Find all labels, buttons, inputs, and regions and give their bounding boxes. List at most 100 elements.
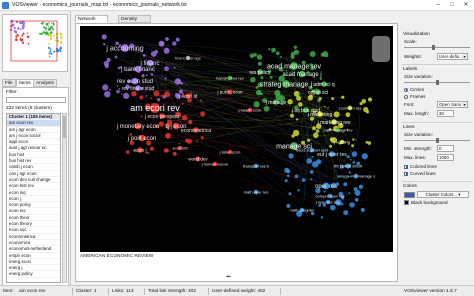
network-node[interactable] — [284, 179, 288, 183]
node-label[interactable]: transport res b — [243, 163, 270, 168]
node-label[interactable]: j human resour — [201, 161, 229, 166]
network-node[interactable] — [354, 189, 361, 196]
network-node[interactable] — [343, 210, 349, 216]
network-node[interactable] — [117, 66, 121, 70]
scale-slider[interactable] — [404, 45, 470, 50]
node-label[interactable]: calif manage rev — [323, 127, 352, 132]
network-node[interactable] — [196, 140, 198, 143]
network-node[interactable] — [253, 53, 257, 57]
network-node[interactable] — [180, 82, 183, 85]
black-background-swatch[interactable] — [404, 200, 409, 205]
maximize-button[interactable]: □ — [446, 1, 458, 10]
network-node[interactable] — [280, 55, 282, 58]
network-node[interactable] — [293, 49, 299, 55]
overview-map[interactable] — [2, 14, 68, 72]
network-node[interactable] — [271, 47, 276, 53]
node-label[interactable]: j health econ — [238, 107, 262, 112]
lines-size-slider[interactable] — [404, 138, 470, 143]
network-node[interactable] — [346, 155, 350, 159]
labels-size-slider[interactable] — [404, 80, 470, 85]
network-node[interactable] — [296, 118, 299, 121]
network-node[interactable] — [323, 190, 326, 193]
network-node[interactable] — [360, 207, 365, 212]
node-label[interactable]: strateg manage j — [260, 81, 313, 88]
network-node[interactable] — [287, 99, 293, 105]
network-node[interactable] — [318, 97, 322, 101]
colored-lines-box[interactable] — [404, 164, 408, 169]
network-node[interactable] — [310, 178, 313, 181]
node-label[interactable]: am econ rev — [130, 103, 180, 113]
network-node[interactable] — [316, 159, 322, 165]
network-canvas[interactable]: j accounting j financ rev econ stud j bank … — [80, 26, 393, 252]
network-node[interactable] — [164, 77, 167, 80]
circles-radio[interactable]: Circles — [404, 87, 424, 92]
network-node[interactable] — [165, 134, 169, 138]
network-node[interactable] — [187, 138, 193, 144]
network-node[interactable] — [141, 74, 145, 78]
network-node[interactable] — [146, 151, 149, 155]
scrollbar-thumb[interactable] — [63, 116, 66, 138]
node-label[interactable]: j public econ — [216, 90, 243, 95]
node-label[interactable]: financ manage — [175, 55, 202, 60]
node-label[interactable]: econ j — [133, 148, 146, 154]
node-label[interactable]: acad manage rev — [267, 63, 322, 70]
network-node[interactable] — [361, 153, 368, 160]
network-node[interactable] — [289, 113, 295, 118]
network-node[interactable] — [150, 51, 157, 57]
network-node[interactable] — [200, 111, 206, 117]
network-node[interactable] — [139, 95, 144, 100]
tab-network-visualization[interactable]: Network Visualization — [75, 15, 108, 30]
network-node[interactable] — [269, 75, 273, 79]
tab-file[interactable]: File — [2, 79, 16, 87]
network-node[interactable] — [166, 149, 169, 153]
network-node[interactable] — [181, 115, 188, 121]
network-node[interactable] — [150, 97, 153, 100]
labels-size-slider-knob[interactable] — [435, 80, 439, 85]
network-node[interactable] — [293, 45, 297, 49]
network-node[interactable] — [114, 55, 118, 59]
network-node[interactable] — [145, 95, 148, 97]
weights-select[interactable]: User-defin... ▾ — [437, 53, 468, 60]
network-node[interactable] — [301, 178, 306, 182]
network-node[interactable] — [309, 170, 314, 174]
circles-radio-dot[interactable] — [404, 87, 408, 92]
node-label[interactable]: harvard bus rev — [216, 75, 244, 80]
network-node[interactable] — [153, 90, 160, 97]
node-label[interactable]: j econ lit — [178, 94, 198, 100]
network-node[interactable] — [174, 78, 181, 85]
network-node[interactable] — [325, 54, 329, 58]
network-node[interactable] — [298, 102, 303, 107]
network-node[interactable] — [109, 88, 111, 91]
network-svg[interactable]: j accountingj financrev econ studj bank … — [80, 26, 393, 252]
network-node[interactable] — [349, 158, 352, 161]
node-label[interactable]: rev financ stud — [122, 86, 155, 92]
network-node[interactable] — [116, 90, 120, 94]
network-node[interactable] — [327, 106, 329, 109]
network-node[interactable] — [324, 106, 326, 108]
network-node[interactable] — [158, 40, 165, 47]
network-node[interactable] — [284, 167, 290, 173]
node-label[interactable]: organ sci — [308, 90, 328, 96]
network-node[interactable] — [164, 91, 171, 98]
tab-items[interactable]: Items — [16, 79, 34, 87]
network-node[interactable] — [123, 92, 130, 99]
node-label[interactable]: j polit econ — [127, 136, 157, 142]
min-strength-spinner[interactable]: 0 — [437, 145, 454, 152]
network-node[interactable] — [140, 115, 143, 118]
node-label[interactable]: econ lett — [172, 145, 188, 150]
tab-analysis[interactable]: Analysis — [33, 79, 57, 87]
minimize-button[interactable]: – — [432, 1, 444, 10]
network-node[interactable] — [181, 102, 184, 105]
network-node[interactable] — [104, 91, 111, 98]
network-node[interactable] — [250, 77, 256, 83]
font-select[interactable]: Open Sans ▾ — [437, 101, 468, 108]
node-label[interactable]: eur j oper res — [317, 152, 347, 158]
node-label[interactable]: res policy — [249, 70, 271, 76]
network-node[interactable] — [320, 216, 324, 219]
network-node[interactable] — [294, 174, 299, 179]
network-node[interactable] — [293, 90, 300, 97]
node-label[interactable]: acad manage j — [282, 72, 321, 78]
network-node[interactable] — [349, 202, 355, 208]
network-node[interactable] — [341, 95, 345, 99]
network-node[interactable] — [131, 91, 137, 97]
